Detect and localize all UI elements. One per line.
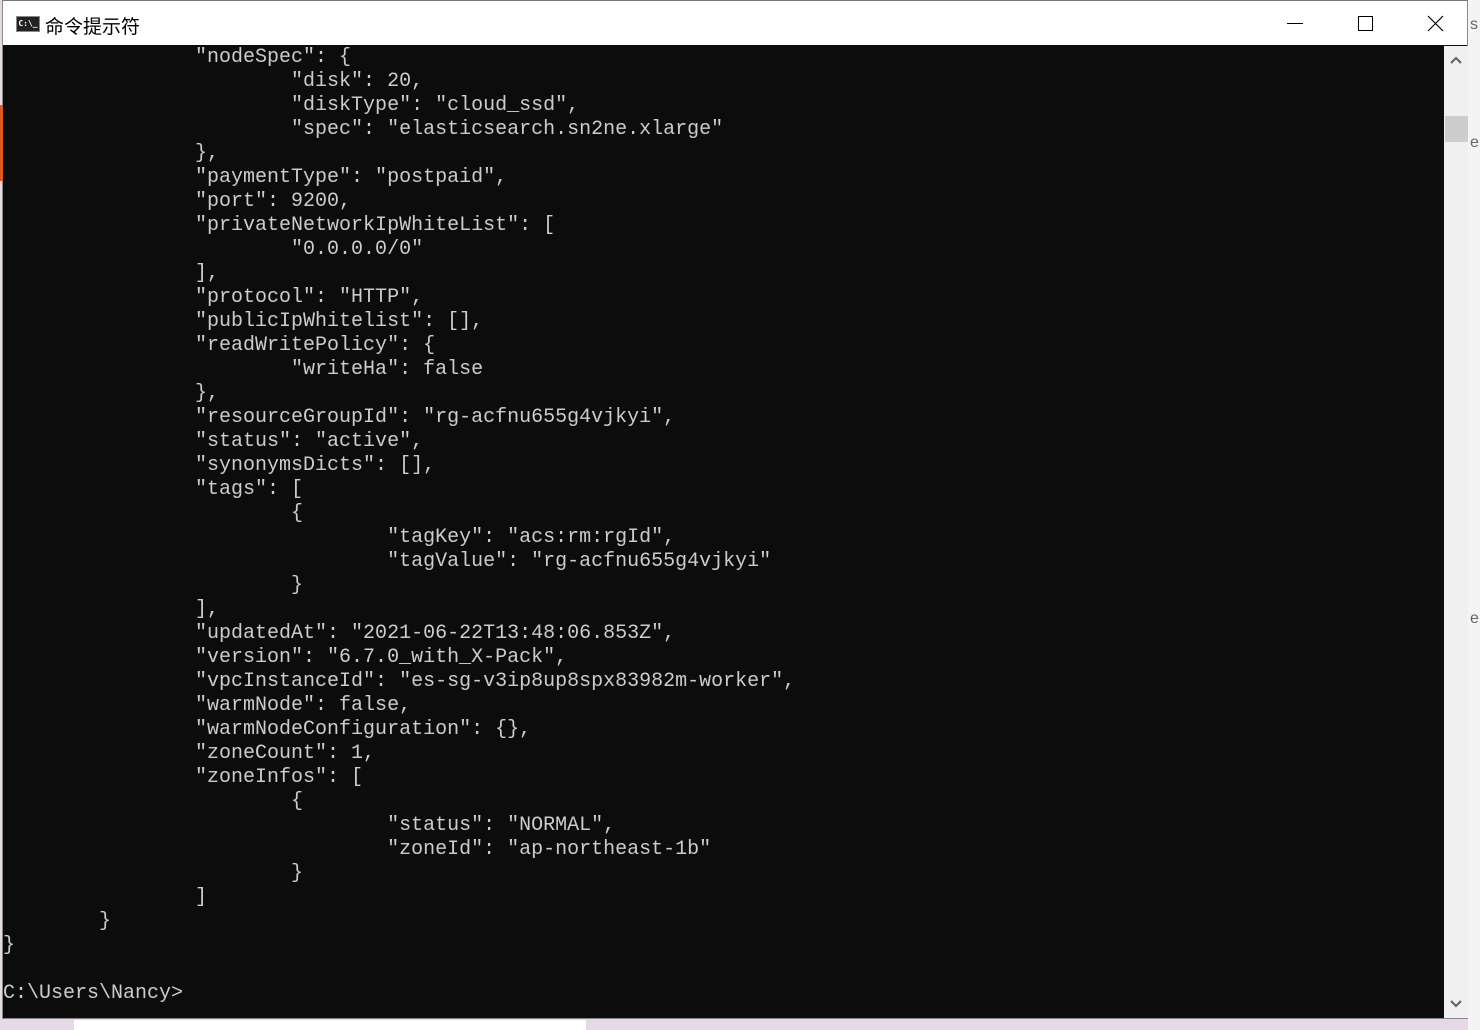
- terminal-line: "protocol": "HTTP",: [3, 286, 424, 309]
- background-accent: [0, 105, 3, 181]
- command-prompt: C:\Users\Nancy>: [3, 982, 184, 1005]
- terminal-line: "synonymsDicts": [],: [3, 454, 436, 477]
- terminal-line: "zoneCount": 1,: [3, 742, 376, 765]
- cmd-icon: C:\_: [16, 16, 40, 32]
- close-button[interactable]: [1400, 1, 1470, 45]
- terminal-line: }: [3, 574, 304, 597]
- terminal-line: "publicIpWhitelist": [],: [3, 310, 484, 333]
- terminal-line: "resourceGroupId": "rg-acfnu655g4vjkyi",: [3, 406, 676, 429]
- terminal-line: "0.0.0.0/0": [3, 238, 424, 261]
- terminal-line: "privateNetworkIpWhiteList": [: [3, 214, 556, 237]
- command-prompt-window: C:\_ 命令提示符 "nodeSpec": { "disk": 20, "di…: [2, 0, 1468, 1019]
- terminal-line: "updatedAt": "2021-06-22T13:48:06.853Z",: [3, 622, 676, 645]
- terminal-line: "version": "6.7.0_with_X-Pack",: [3, 646, 568, 669]
- terminal-line: "warmNode": false,: [3, 694, 412, 717]
- terminal-line: "status": "active",: [3, 430, 424, 453]
- minimize-button[interactable]: [1260, 1, 1330, 45]
- terminal-line: ]: [3, 886, 208, 909]
- terminal-line: "warmNodeConfiguration": {},: [3, 718, 532, 741]
- terminal-line: "tagKey": "acs:rm:rgId",: [3, 526, 676, 549]
- minimize-icon: [1287, 23, 1303, 24]
- terminal-line: ],: [3, 598, 220, 621]
- terminal-line: }: [3, 862, 304, 885]
- background-text: e: [1470, 610, 1479, 627]
- terminal-text: "nodeSpec": { "disk": 20, "diskType": "c…: [3, 46, 1443, 1006]
- terminal-line: {: [3, 790, 304, 813]
- background-window-edge: s e e: [1468, 0, 1480, 1030]
- window-title: 命令提示符: [45, 16, 141, 38]
- scroll-up-icon[interactable]: [1448, 52, 1464, 68]
- terminal-line: "tags": [: [3, 478, 304, 501]
- terminal-line: "status": "NORMAL",: [3, 814, 616, 837]
- terminal-line: "nodeSpec": {: [3, 46, 352, 69]
- terminal-line: "disk": 20,: [3, 70, 424, 93]
- terminal-line: ],: [3, 262, 220, 285]
- title-bar[interactable]: C:\_ 命令提示符: [3, 1, 1467, 45]
- terminal-line: }: [3, 910, 112, 933]
- background-text: e: [1470, 134, 1479, 151]
- background-text: s: [1470, 16, 1478, 33]
- terminal-line: {: [3, 502, 304, 525]
- terminal-line: "zoneInfos": [: [3, 766, 364, 789]
- background-window: [74, 1020, 586, 1030]
- terminal-line: "port": 9200,: [3, 190, 352, 213]
- terminal-line: "spec": "elasticsearch.sn2ne.xlarge": [3, 118, 724, 141]
- terminal-line: }: [3, 934, 16, 957]
- terminal-line: "writeHa": false: [3, 358, 484, 381]
- terminal-line: },: [3, 382, 220, 405]
- scrollbar-thumb[interactable]: [1445, 116, 1468, 142]
- terminal-line: },: [3, 142, 220, 165]
- terminal-line: "tagValue": "rg-acfnu655g4vjkyi": [3, 550, 772, 573]
- terminal-line: "vpcInstanceId": "es-sg-v3ip8up8spx83982…: [3, 670, 796, 693]
- terminal-line: "zoneId": "ap-northeast-1b": [3, 838, 712, 861]
- vertical-scrollbar[interactable]: [1444, 46, 1468, 1018]
- terminal-line: "diskType": "cloud_ssd",: [3, 94, 580, 117]
- scroll-down-icon[interactable]: [1448, 996, 1464, 1012]
- maximize-button[interactable]: [1330, 1, 1400, 45]
- terminal-line: "paymentType": "postpaid",: [3, 166, 508, 189]
- maximize-icon: [1358, 16, 1373, 31]
- terminal-line: "readWritePolicy": {: [3, 334, 436, 357]
- terminal-output[interactable]: "nodeSpec": { "disk": 20, "diskType": "c…: [3, 46, 1443, 1018]
- close-icon: [1427, 15, 1444, 32]
